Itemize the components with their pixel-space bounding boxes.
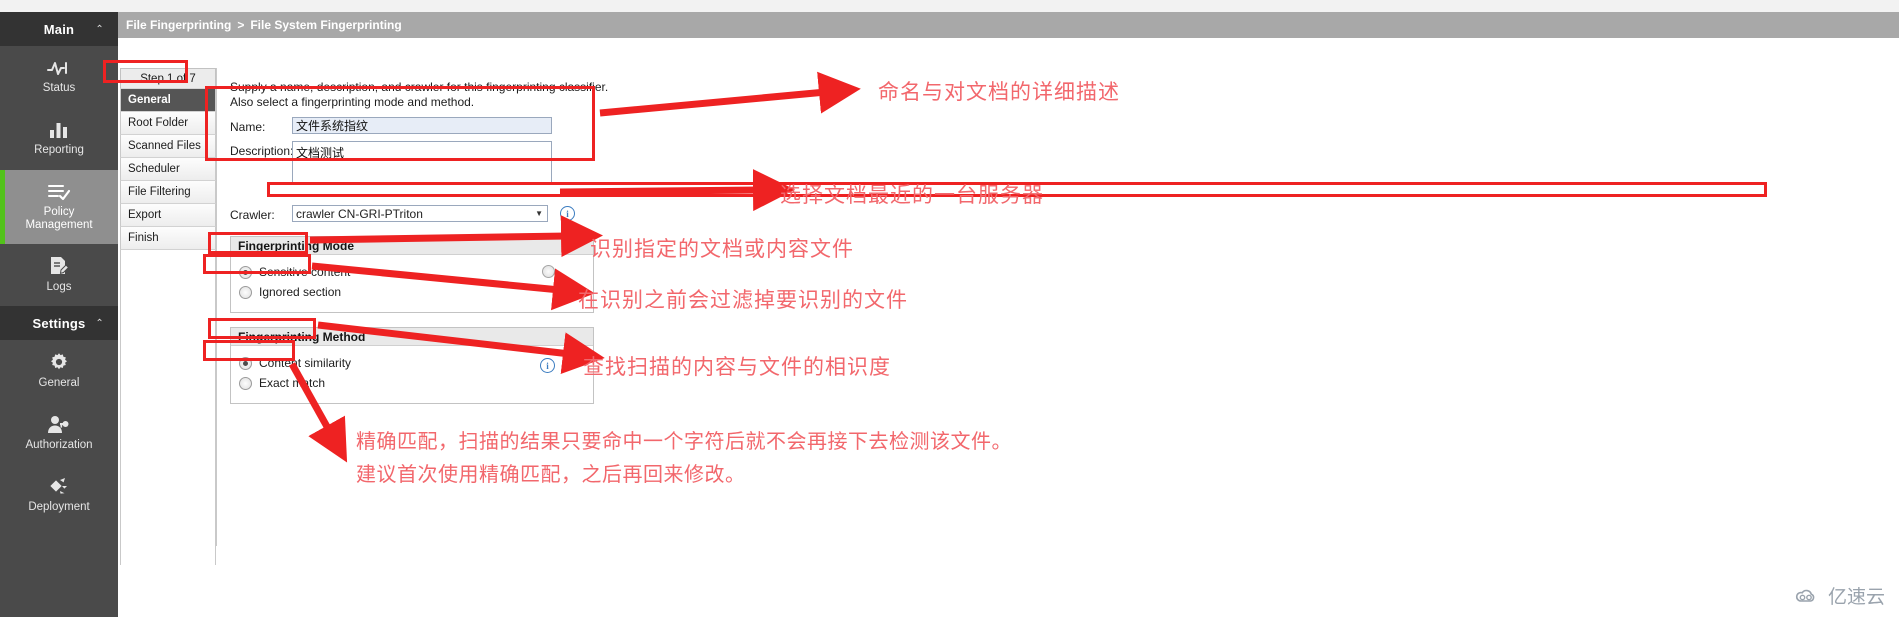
form-intro-line2: Also select a fingerprinting mode and me… [230,95,475,109]
log-document-icon [48,256,70,276]
name-label: Name: [230,120,266,134]
sidebar-item-status-label: Status [42,82,76,94]
sidebar-item-policy-management-label: Policy Management [25,205,93,231]
form-intro-line1: Supply a name, description, and crawler … [230,80,609,94]
wizard-content: Step 1 of 7 General Root Folder Scanned … [118,38,1899,617]
breadcrumb-root[interactable]: File Fingerprinting [126,18,231,32]
description-input[interactable]: 文档测试 [292,141,552,183]
breadcrumb-separator: > [237,18,245,32]
watermark-text: 亿速云 [1827,586,1885,608]
wizard-step-counter: Step 1 of 7 [120,68,216,89]
wizard-step-file-filtering[interactable]: File Filtering [120,181,216,204]
bar-chart-icon [48,121,70,139]
crawler-info-icon[interactable]: i [560,206,575,221]
sidebar-item-reporting-label: Reporting [34,144,84,156]
sidebar-item-general-label: General [38,377,80,389]
annotation-sensitive: 识别指定的文档或内容文件 [590,237,854,261]
sidebar-item-logs[interactable]: Logs [0,244,118,306]
cloud-logo-icon [1794,587,1822,605]
fingerprinting-method-group: Fingerprinting Method i Content similari… [230,327,594,404]
wizard-step-rail: Step 1 of 7 General Root Folder Scanned … [120,68,217,565]
sidebar-item-authorization[interactable]: Authorization [0,402,118,464]
wizard-step-finish[interactable]: Finish [120,227,216,250]
radio-ignored-section[interactable]: Ignored section [239,282,593,302]
wizard-step-scheduler[interactable]: Scheduler [120,158,216,181]
sidebar-item-status[interactable]: Status [0,46,118,108]
wizard-rail-filler [120,250,216,565]
sidebar-item-authorization-label: Authorization [25,439,93,451]
chevron-down-icon: ▼ [535,209,543,218]
description-label: Description: [230,144,294,158]
form-intro: Supply a name, description, and crawler … [230,80,700,110]
crawler-label: Crawler: [230,208,275,222]
crawler-select-value: crawler CN-GRI-PTriton [296,206,423,221]
radio-icon-ignored-section[interactable] [239,285,252,299]
user-key-icon [47,414,71,434]
annotation-exact-match-line1: 精确匹配，扫描的结果只要命中一个字符后就不会再接下去检测该文件。 [356,429,1012,453]
annotation-crawler: 选择文档最近的一台服务器 [780,183,1044,207]
wizard-step-root-folder[interactable]: Root Folder [120,112,216,135]
crawler-field-row: Crawler: crawler CN-GRI-PTriton ▼ i [230,205,700,222]
watermark: 亿速云 [1794,582,1885,609]
fingerprinting-mode-title: Fingerprinting Mode [231,237,593,255]
checklist-icon [47,183,71,201]
annotation-similarity: 查找扫描的内容与文件的相识度 [583,355,891,379]
sidebar-item-policy-management[interactable]: Policy Management [0,170,118,244]
radio-icon-exact-match[interactable] [239,376,252,390]
radio-label-content-similarity: Content similarity [259,356,352,370]
wizard-step-export[interactable]: Export [120,204,216,227]
radio-label-sensitive-content: Sensitive content [259,265,351,279]
sidebar-item-deployment[interactable]: Deployment [0,464,118,526]
left-navigation-sidebar: Main ⌃ Status Reporting Policy Managemen… [0,12,118,617]
nav-group-settings-label: Settings [32,315,86,331]
deployment-nodes-icon [47,476,71,496]
annotation-naming: 命名与对文档的详细描述 [878,80,1120,104]
sidebar-item-general[interactable]: General [0,340,118,402]
fingerprinting-mode-body: Sensitive content Ignored section [231,255,593,312]
name-input[interactable] [292,117,552,134]
fingerprinting-method-title: Fingerprinting Method [231,328,593,346]
gear-icon [49,352,69,372]
radio-exact-match[interactable]: Exact match [239,373,593,393]
activity-pulse-icon [46,59,72,77]
sidebar-item-deployment-label: Deployment [28,501,90,513]
radio-label-ignored-section: Ignored section [259,285,342,299]
breadcrumb-current: File System Fingerprinting [250,18,402,32]
sidebar-item-logs-label: Logs [46,281,72,293]
sidebar-item-reporting[interactable]: Reporting [0,108,118,170]
crawler-select[interactable]: crawler CN-GRI-PTriton ▼ [292,205,548,222]
nav-group-settings-header[interactable]: Settings ⌃ [0,306,118,340]
nav-group-main-header[interactable]: Main ⌃ [0,12,118,46]
fingerprinting-mode-group: Fingerprinting Mode Sensitive content Ig… [230,236,594,313]
wizard-step-general[interactable]: General [120,89,216,112]
name-field-row: Name: [230,117,700,134]
radio-icon-content-similarity[interactable] [239,356,252,370]
radio-icon-sensitive-content[interactable] [239,265,252,279]
description-field-row: Description: 文档测试 [230,141,700,183]
nav-group-main-label: Main [43,21,75,37]
breadcrumb: File Fingerprinting > File System Finger… [118,12,1899,38]
mode-extra-radio[interactable] [542,265,555,278]
empty-page-area [701,38,1899,617]
fingerprinting-method-body: i Content similarity Exact match [231,346,593,403]
radio-label-exact-match: Exact match [259,376,326,390]
annotation-exact-match-line2: 建议首次使用精确匹配，之后再回来修改。 [356,462,746,486]
chevron-up-icon: ⌃ [95,317,104,329]
radio-sensitive-content[interactable]: Sensitive content [239,262,593,282]
wizard-step-scanned-files[interactable]: Scanned Files [120,135,216,158]
chevron-up-icon: ⌃ [95,23,104,35]
method-info-icon[interactable]: i [540,358,555,373]
annotation-ignored: 在识别之前会过滤掉要识别的文件 [578,288,908,312]
